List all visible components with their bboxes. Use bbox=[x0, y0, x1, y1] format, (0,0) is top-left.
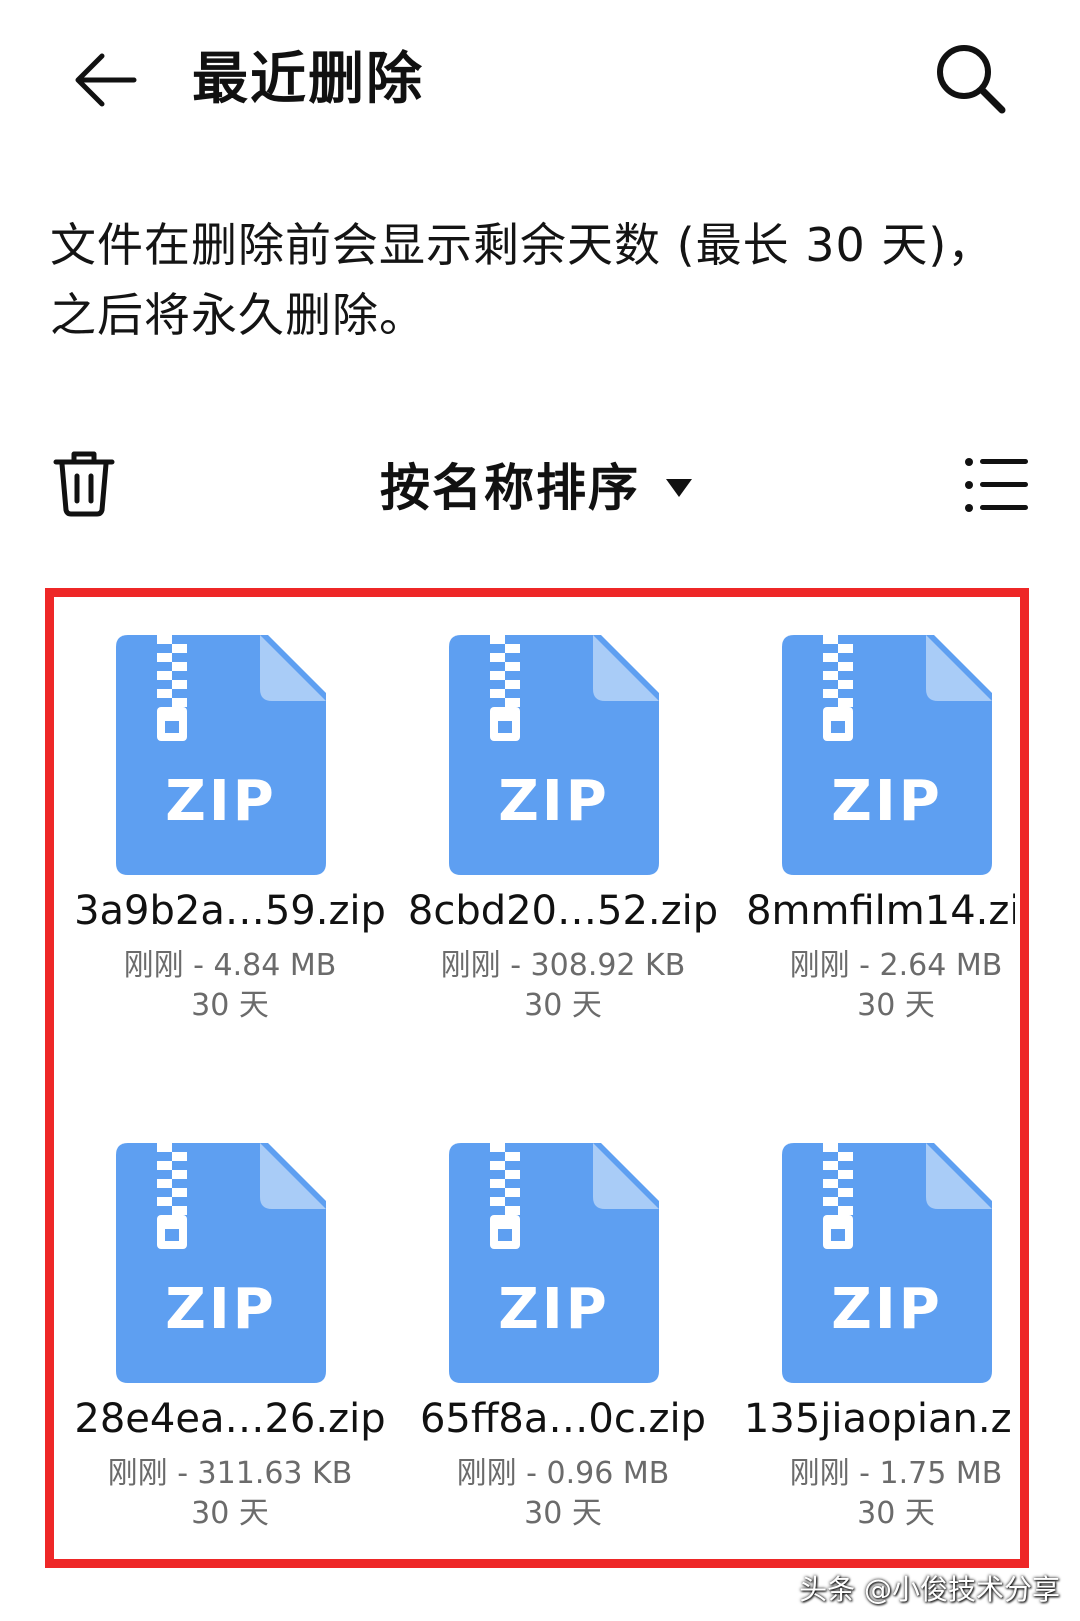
file-meta: 刚刚 - 2.64 MB bbox=[789, 948, 1003, 983]
file-meta: 刚刚 - 311.63 KB bbox=[107, 1456, 353, 1491]
file-item[interactable]: ZIP 65ff8a…0c.zip 刚刚 - 0.96 MB 30 天 bbox=[392, 1110, 734, 1550]
zip-icon-label: ZIP bbox=[498, 1277, 609, 1342]
file-item[interactable]: ZIP 3a9b2a…59.zip 刚刚 - 4.84 MB 30 天 bbox=[59, 602, 401, 1042]
file-name: 65ff8a…0c.zip bbox=[419, 1396, 707, 1442]
arrow-left-icon bbox=[75, 53, 137, 107]
file-item[interactable]: ZIP 8cbd20…52.zip 刚刚 - 308.92 KB 30 天 bbox=[392, 602, 734, 1042]
back-button[interactable] bbox=[64, 38, 148, 122]
view-mode-button[interactable] bbox=[964, 454, 1030, 516]
watermark: 头条 @小俊技术分享 bbox=[799, 1573, 1060, 1606]
page-title: 最近删除 bbox=[192, 47, 424, 112]
file-meta: 刚刚 - 4.84 MB bbox=[123, 948, 337, 983]
file-item[interactable]: ZIP 28e4ea…26.zip 刚刚 - 311.63 KB 30 天 bbox=[59, 1110, 401, 1550]
retention-description: 文件在删除前会显示剩余天数 (最长 30 天)，之后将永久删除。 bbox=[50, 218, 995, 342]
zip-icon-label: ZIP bbox=[498, 769, 609, 834]
file-meta: 刚刚 - 1.75 MB bbox=[789, 1456, 1003, 1491]
file-name: 8cbd20…52.zip bbox=[407, 888, 719, 934]
zip-file-icon: ZIP bbox=[782, 635, 992, 875]
days-remaining: 30 天 bbox=[524, 988, 602, 1023]
zip-file-icon: ZIP bbox=[116, 1143, 326, 1383]
file-name: 28e4ea…26.zip bbox=[74, 1396, 386, 1442]
trash-icon bbox=[53, 451, 115, 517]
days-remaining: 30 天 bbox=[857, 988, 935, 1023]
zip-icon-label: ZIP bbox=[165, 769, 276, 834]
zip-file-icon: ZIP bbox=[116, 635, 326, 875]
sort-label: 按名称排序 bbox=[380, 459, 640, 517]
file-name: 8mmfilm14.zip bbox=[746, 888, 1015, 934]
zip-icon-label: ZIP bbox=[831, 769, 942, 834]
zip-icon-label: ZIP bbox=[831, 1277, 942, 1342]
zip-file-icon: ZIP bbox=[782, 1143, 992, 1383]
sort-dropdown[interactable]: 按名称排序 bbox=[380, 452, 694, 524]
days-remaining: 30 天 bbox=[191, 988, 269, 1023]
zip-file-icon: ZIP bbox=[449, 1143, 659, 1383]
days-remaining: 30 天 bbox=[857, 1496, 935, 1531]
zip-icon-label: ZIP bbox=[165, 1277, 276, 1342]
file-meta: 刚刚 - 0.96 MB bbox=[456, 1456, 670, 1491]
zip-file-icon: ZIP bbox=[449, 635, 659, 875]
days-remaining: 30 天 bbox=[524, 1496, 602, 1531]
file-item[interactable]: ZIP 135jiaopian.zip 刚刚 - 1.75 MB 30 天 bbox=[725, 1110, 1015, 1550]
empty-trash-button[interactable] bbox=[52, 446, 116, 518]
caret-down-icon bbox=[666, 479, 692, 497]
file-name: 135jiaopian.zip bbox=[743, 1396, 1015, 1442]
search-button[interactable] bbox=[928, 36, 1012, 120]
file-name: 3a9b2a…59.zip bbox=[74, 888, 386, 934]
search-icon bbox=[937, 45, 1006, 114]
days-remaining: 30 天 bbox=[191, 1496, 269, 1531]
file-grid: ZIP 3a9b2a…59.zip 刚刚 - 4.84 MB 30 天 ZIP 8cbd2… bbox=[59, 602, 1015, 1554]
list-view-icon bbox=[965, 458, 1028, 512]
file-meta: 刚刚 - 308.92 KB bbox=[440, 948, 686, 983]
file-item[interactable]: ZIP 8mmfilm14.zip 刚刚 - 2.64 MB 30 天 bbox=[725, 602, 1015, 1042]
